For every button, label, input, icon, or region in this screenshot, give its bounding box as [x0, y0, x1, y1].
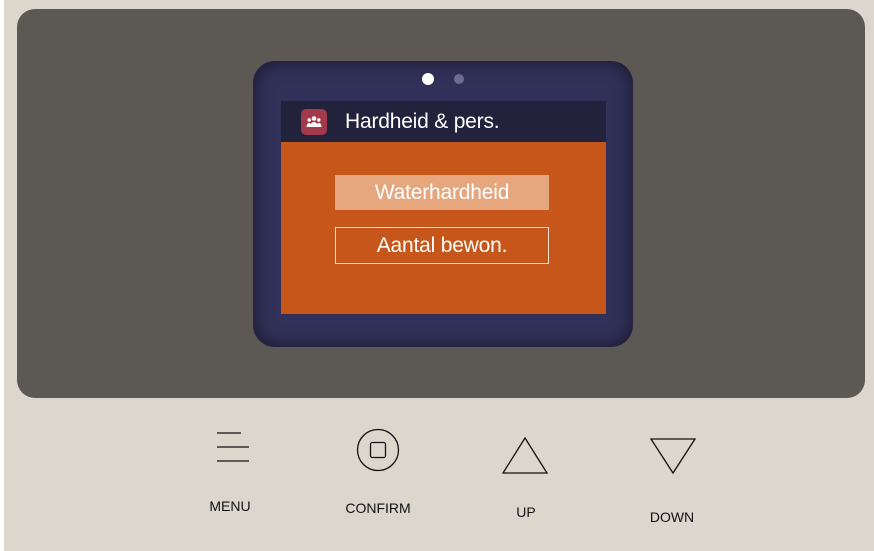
screen-title: Hardheid & pers.: [345, 109, 500, 133]
menu-lines-icon: [217, 432, 249, 462]
screen-title-bar: Hardheid & pers.: [281, 101, 606, 142]
confirm-circle-icon: [356, 428, 400, 472]
up-button[interactable]: [501, 436, 549, 476]
triangle-up-icon: [501, 436, 549, 474]
down-button-label: DOWN: [649, 509, 695, 525]
display-bezel: Hardheid & pers. Waterhardheid Aantal be…: [17, 9, 865, 398]
lcd-screen: Hardheid & pers. Waterhardheid Aantal be…: [253, 61, 633, 347]
confirm-button-label: CONFIRM: [345, 500, 411, 516]
page-dot-active: [422, 73, 434, 85]
screen-menu-area: Waterhardheid Aantal bewon.: [281, 142, 606, 314]
device-panel: Hardheid & pers. Waterhardheid Aantal be…: [4, 0, 874, 551]
menu-button-label: MENU: [209, 498, 251, 514]
confirm-button[interactable]: [356, 428, 400, 472]
people-icon: [301, 108, 327, 135]
page-dot-inactive: [454, 74, 464, 84]
up-button-label: UP: [516, 504, 536, 520]
down-button[interactable]: [649, 436, 697, 476]
option-aantal-bewoners[interactable]: Aantal bewon.: [335, 227, 549, 264]
option-waterhardheid[interactable]: Waterhardheid: [335, 175, 549, 210]
menu-button[interactable]: [215, 430, 251, 466]
page-indicator: [253, 73, 633, 85]
triangle-down-icon: [649, 438, 697, 475]
